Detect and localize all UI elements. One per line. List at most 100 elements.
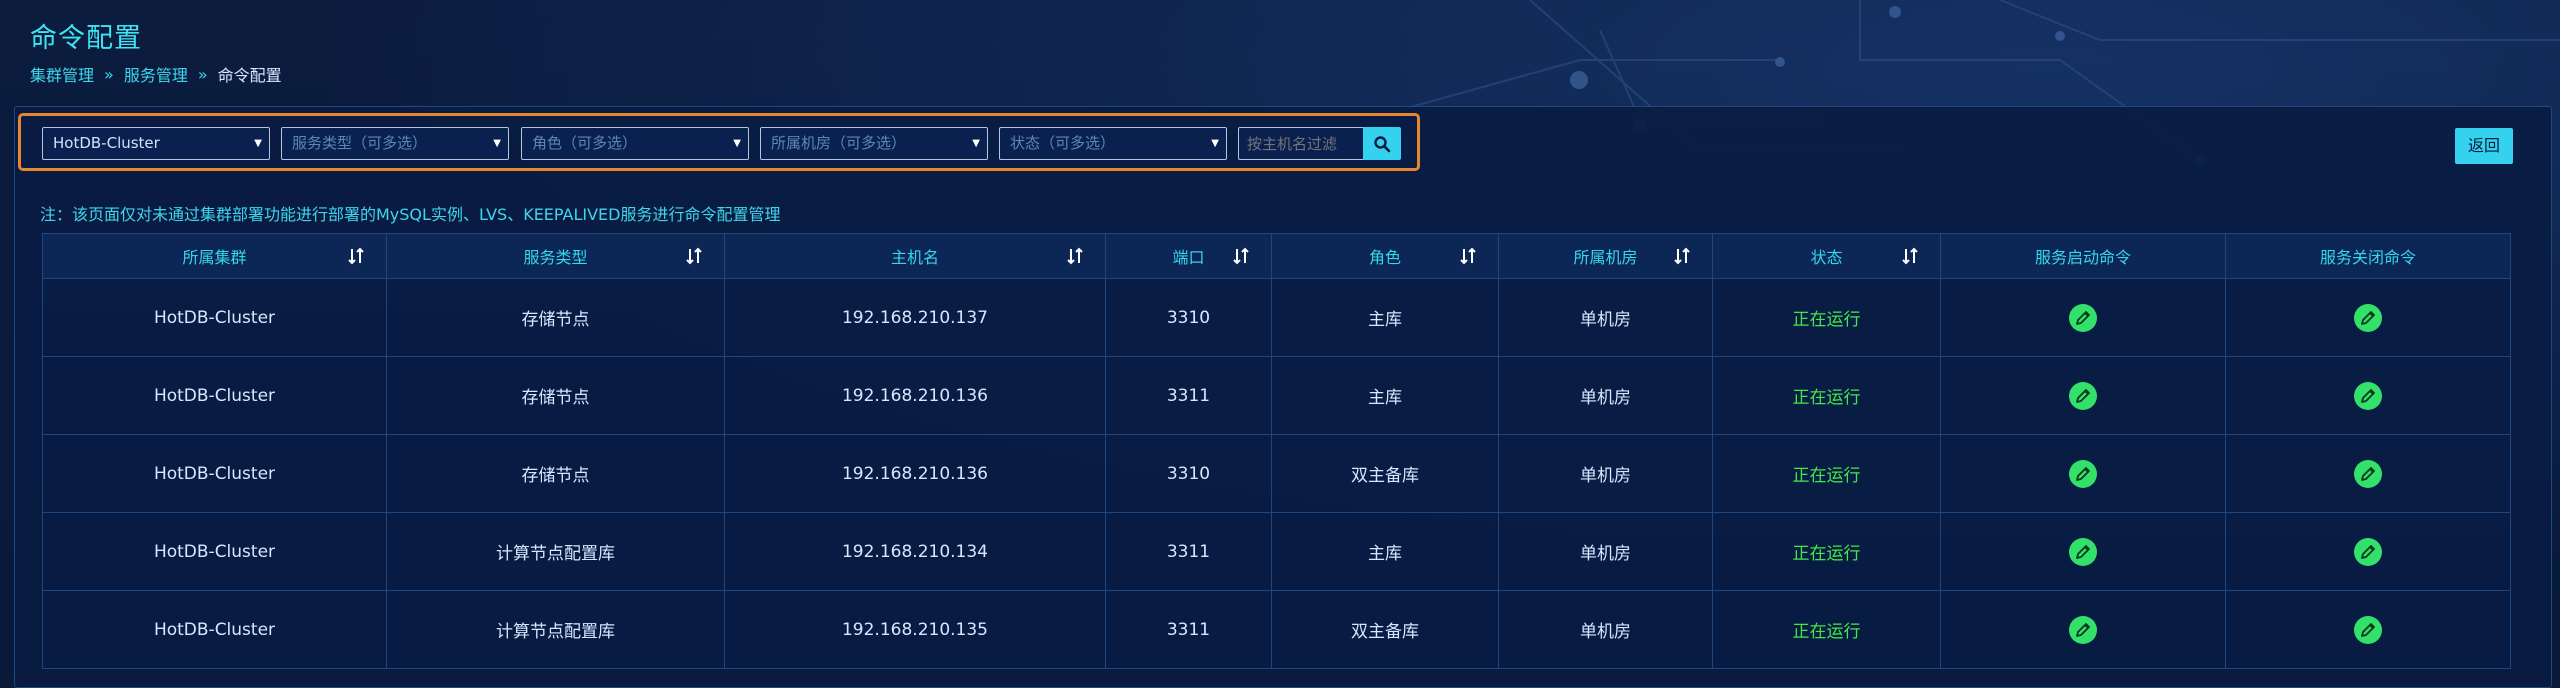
edit-icon xyxy=(2076,388,2090,403)
edit-icon xyxy=(2361,388,2375,403)
cell-room: 单机房 xyxy=(1498,434,1713,513)
table-header-row: 所属集群 服务类型 主机名 端口 角色 所属机房 状态 服务启动命令 服务关闭命… xyxy=(42,233,2511,279)
cell-cluster: HotDB-Cluster xyxy=(42,512,387,591)
breadcrumb-cluster-management[interactable]: 集群管理 xyxy=(30,62,94,86)
edit-icon xyxy=(2361,622,2375,637)
cell-start-command xyxy=(1940,356,2226,435)
cell-stop-command xyxy=(2225,278,2511,357)
cell-port: 3311 xyxy=(1105,356,1272,435)
cell-cluster: HotDB-Cluster xyxy=(42,278,387,357)
sort-icon[interactable] xyxy=(1460,247,1478,265)
column-header-hostname[interactable]: 主机名 xyxy=(724,233,1106,279)
cell-hostname: 192.168.210.136 xyxy=(724,356,1106,435)
column-header-label: 角色 xyxy=(1368,248,1401,267)
cell-service-type: 存储节点 xyxy=(386,356,725,435)
table-row: HotDB-Cluster 计算节点配置库 192.168.210.135 33… xyxy=(42,590,2511,669)
edit-icon xyxy=(2361,544,2375,559)
caret-down-icon: ▼ xyxy=(254,138,262,149)
sort-icon[interactable] xyxy=(1067,247,1085,265)
column-header-label: 所属机房 xyxy=(1573,248,1638,267)
sort-icon[interactable] xyxy=(1233,247,1251,265)
sort-icon[interactable] xyxy=(686,247,704,265)
edit-stop-command-button[interactable] xyxy=(2354,537,2382,566)
cell-status: 正在运行 xyxy=(1712,512,1941,591)
cell-role: 主库 xyxy=(1271,356,1499,435)
cell-start-command xyxy=(1940,434,2226,513)
back-button[interactable]: 返回 xyxy=(2455,128,2513,164)
cell-role: 主库 xyxy=(1271,512,1499,591)
column-header-status[interactable]: 状态 xyxy=(1712,233,1941,279)
cell-status: 正在运行 xyxy=(1712,434,1941,513)
table-row: HotDB-Cluster 存储节点 192.168.210.137 3310 … xyxy=(42,278,2511,357)
column-header-room[interactable]: 所属机房 xyxy=(1498,233,1713,279)
cluster-select[interactable]: HotDB-Cluster ▼ xyxy=(42,127,270,160)
column-header-port[interactable]: 端口 xyxy=(1105,233,1272,279)
cell-service-type: 计算节点配置库 xyxy=(386,590,725,669)
cell-service-type: 存储节点 xyxy=(386,434,725,513)
sort-icon[interactable] xyxy=(1674,247,1692,265)
column-header-label: 端口 xyxy=(1172,248,1205,267)
cell-start-command xyxy=(1940,590,2226,669)
cell-room: 单机房 xyxy=(1498,590,1713,669)
cell-port: 3310 xyxy=(1105,278,1272,357)
cell-room: 单机房 xyxy=(1498,278,1713,357)
edit-start-command-button[interactable] xyxy=(2069,537,2097,566)
page-note: 注：该页面仅对未通过集群部署功能进行部署的MySQL实例、LVS、KEEPALI… xyxy=(40,205,781,224)
edit-start-command-button[interactable] xyxy=(2069,459,2097,488)
cell-start-command xyxy=(1940,278,2226,357)
caret-down-icon: ▼ xyxy=(972,138,980,149)
cell-stop-command xyxy=(2225,590,2511,669)
room-select[interactable]: 所属机房（可多选） ▼ xyxy=(760,127,988,160)
service-type-select[interactable]: 服务类型（可多选） ▼ xyxy=(281,127,509,160)
column-header-stop-command: 服务关闭命令 xyxy=(2225,233,2511,279)
cell-port: 3311 xyxy=(1105,512,1272,591)
column-header-role[interactable]: 角色 xyxy=(1271,233,1499,279)
breadcrumb-separator: » xyxy=(104,64,114,84)
column-header-label: 服务启动命令 xyxy=(2034,248,2131,267)
cell-hostname: 192.168.210.135 xyxy=(724,590,1106,669)
breadcrumb-service-management[interactable]: 服务管理 xyxy=(124,62,188,86)
caret-down-icon: ▼ xyxy=(493,138,501,149)
cell-hostname: 192.168.210.134 xyxy=(724,512,1106,591)
cell-status: 正在运行 xyxy=(1712,356,1941,435)
edit-icon xyxy=(2076,622,2090,637)
table-row: HotDB-Cluster 存储节点 192.168.210.136 3311 … xyxy=(42,356,2511,435)
edit-icon xyxy=(2361,310,2375,325)
breadcrumb: 集群管理 » 服务管理 » 命令配置 xyxy=(30,62,282,86)
column-header-service-type[interactable]: 服务类型 xyxy=(386,233,725,279)
cell-hostname: 192.168.210.136 xyxy=(724,434,1106,513)
edit-start-command-button[interactable] xyxy=(2069,615,2097,644)
cell-status: 正在运行 xyxy=(1712,278,1941,357)
sort-icon[interactable] xyxy=(1902,247,1920,265)
room-placeholder: 所属机房（可多选） xyxy=(771,134,907,152)
column-header-cluster[interactable]: 所属集群 xyxy=(42,233,387,279)
column-header-label: 主机名 xyxy=(890,248,939,267)
cell-stop-command xyxy=(2225,512,2511,591)
edit-stop-command-button[interactable] xyxy=(2354,381,2382,410)
edit-start-command-button[interactable] xyxy=(2069,303,2097,332)
service-type-placeholder: 服务类型（可多选） xyxy=(292,134,428,152)
edit-stop-command-button[interactable] xyxy=(2354,615,2382,644)
column-header-label: 所属集群 xyxy=(182,248,247,267)
cell-cluster: HotDB-Cluster xyxy=(42,434,387,513)
search-button[interactable] xyxy=(1363,127,1401,160)
breadcrumb-separator: » xyxy=(197,64,208,84)
cell-cluster: HotDB-Cluster xyxy=(42,590,387,669)
cell-role: 主库 xyxy=(1271,278,1499,357)
role-select[interactable]: 角色（可多选） ▼ xyxy=(521,127,749,160)
status-select[interactable]: 状态（可多选） ▼ xyxy=(999,127,1227,160)
cell-service-type: 存储节点 xyxy=(386,278,725,357)
breadcrumb-current: 命令配置 xyxy=(217,66,282,85)
role-placeholder: 角色（可多选） xyxy=(532,134,638,152)
page-title: 命令配置 xyxy=(30,23,142,54)
host-filter-input[interactable] xyxy=(1238,127,1364,160)
edit-start-command-button[interactable] xyxy=(2069,381,2097,410)
column-header-label: 服务类型 xyxy=(523,248,588,267)
edit-stop-command-button[interactable] xyxy=(2354,303,2382,332)
edit-stop-command-button[interactable] xyxy=(2354,459,2382,488)
caret-down-icon: ▼ xyxy=(733,138,741,149)
sort-icon[interactable] xyxy=(348,247,366,265)
cell-service-type: 计算节点配置库 xyxy=(386,512,725,591)
table-row: HotDB-Cluster 计算节点配置库 192.168.210.134 33… xyxy=(42,512,2511,591)
column-header-label: 状态 xyxy=(1810,248,1843,267)
